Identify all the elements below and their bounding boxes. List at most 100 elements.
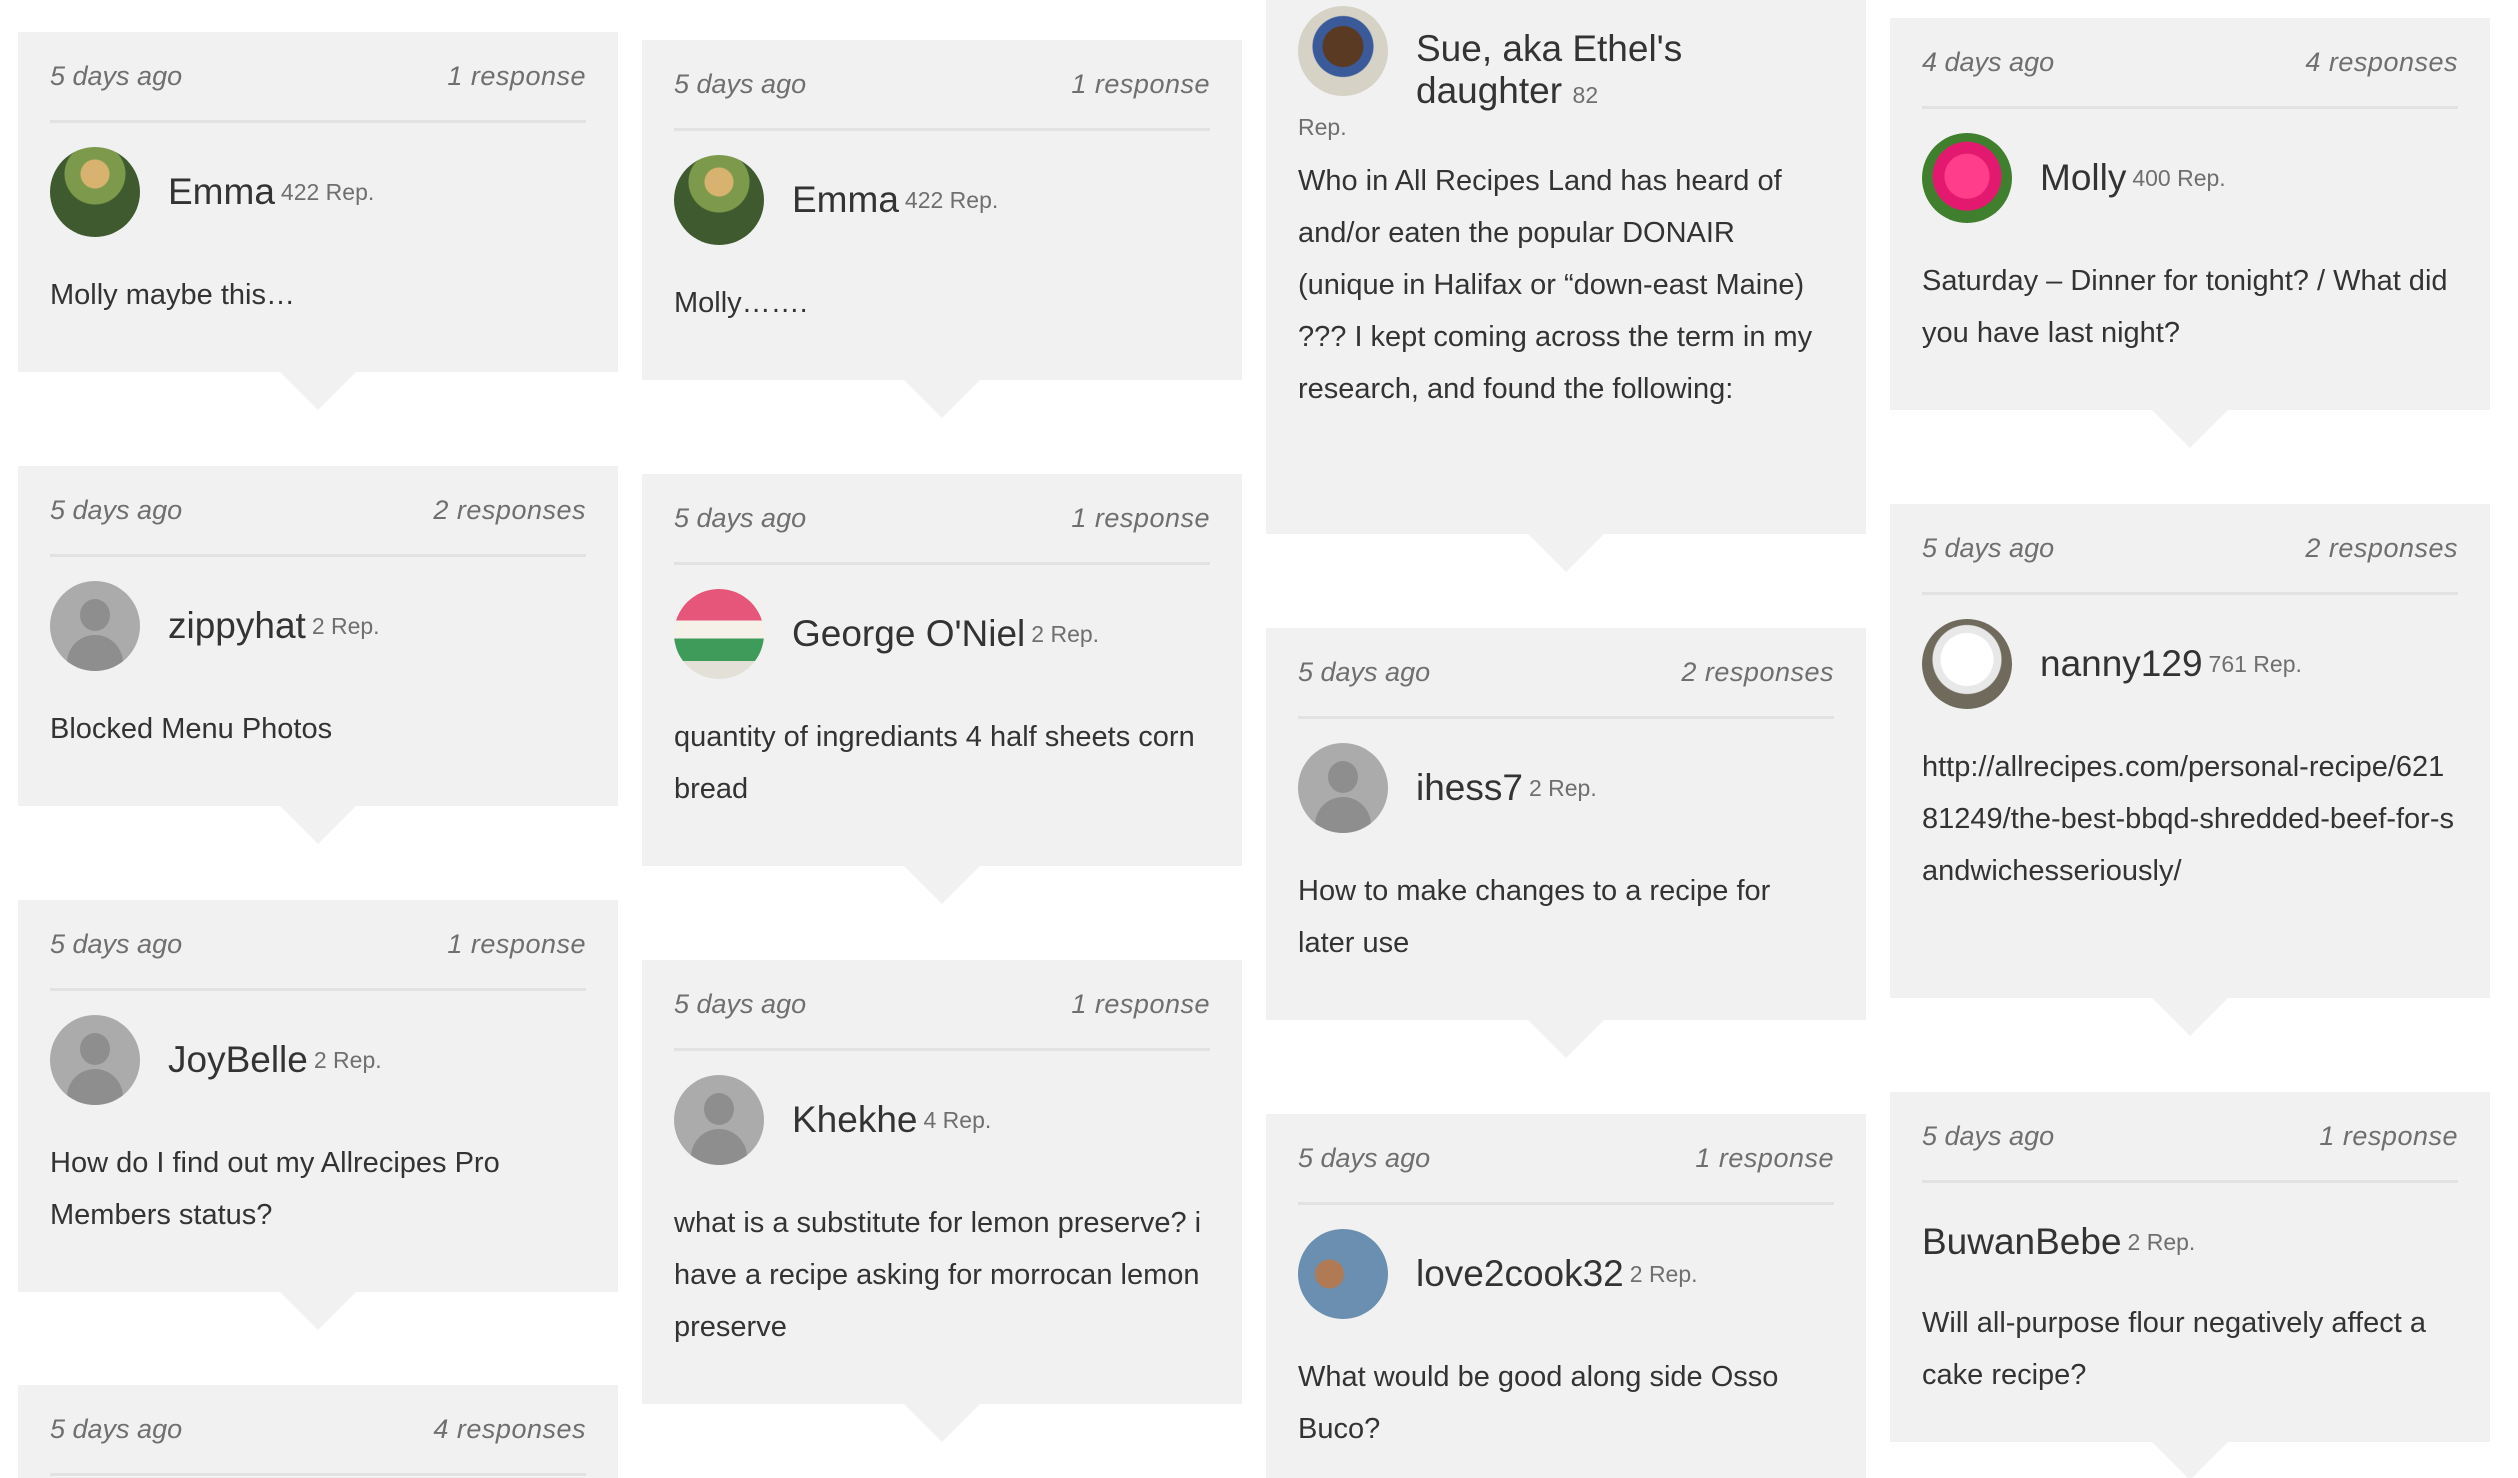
response-count[interactable]: 1 response: [1071, 503, 1210, 534]
author-name[interactable]: Molly: [2040, 157, 2126, 199]
card-meta: 5 days ago 2 responses: [1298, 628, 1834, 719]
author-rep: 2 Rep.: [1031, 620, 1100, 647]
response-count[interactable]: 1 response: [2319, 1121, 2458, 1152]
question-card[interactable]: 5 days ago 1 response Emma 422 Rep. Moll…: [642, 40, 1242, 418]
post-time: 5 days ago: [50, 928, 183, 959]
response-count[interactable]: 1 response: [1695, 1143, 1834, 1174]
question-text[interactable]: quantity of ingrediants 4 half sheets co…: [674, 699, 1210, 815]
question-text[interactable]: How do I find out my Allrecipes Pro Memb…: [50, 1125, 586, 1241]
card-meta: 5 days ago 1 response: [1298, 1114, 1834, 1205]
post-time: 5 days ago: [1298, 656, 1431, 687]
response-count[interactable]: 1 response: [447, 61, 586, 92]
author: ihess7 2 Rep.: [1298, 723, 1834, 853]
response-count[interactable]: 2 responses: [433, 495, 586, 526]
author: George O'Niel 2 Rep.: [674, 569, 1210, 699]
author-name[interactable]: zippyhat: [168, 605, 306, 647]
author-name[interactable]: Sue, aka Ethel's daughter: [1416, 28, 1682, 111]
question-text[interactable]: http://allrecipes.com/personal-recipe/62…: [1922, 729, 2458, 897]
post-time: 5 days ago: [50, 1413, 183, 1444]
author-rep: 2 Rep.: [313, 1046, 382, 1073]
author-name[interactable]: Emma: [792, 179, 899, 221]
question-text[interactable]: How to make changes to a recipe for late…: [1298, 853, 1834, 969]
question-card[interactable]: 5 days ago 4 responses: [18, 1385, 618, 1478]
question-text[interactable]: Saturday – Dinner for tonight? / What di…: [1922, 243, 2458, 359]
avatar[interactable]: [1922, 133, 2012, 223]
default-user-icon[interactable]: [1298, 743, 1388, 833]
card-meta: 5 days ago 1 response: [674, 474, 1210, 565]
post-time: 4 days ago: [1922, 46, 2055, 77]
post-time: 5 days ago: [1922, 1120, 2055, 1151]
question-card[interactable]: Sue, aka Ethel's daughter 82 Rep. Who in…: [1266, 0, 1866, 572]
author: Sue, aka Ethel's daughter 82: [1298, 0, 1834, 112]
author: Emma 422 Rep.: [50, 127, 586, 257]
post-time: 5 days ago: [1922, 532, 2055, 563]
question-card[interactable]: 5 days ago 1 response JoyBelle 2 Rep. Ho…: [18, 900, 618, 1330]
question-text[interactable]: Molly maybe this…: [50, 257, 586, 321]
author-name[interactable]: nanny129: [2040, 643, 2203, 685]
question-text[interactable]: Blocked Menu Photos: [50, 691, 586, 755]
author-rep-unit: Rep.: [1298, 114, 1347, 140]
response-count[interactable]: 4 responses: [2305, 47, 2458, 78]
post-time: 5 days ago: [1298, 1142, 1431, 1173]
response-count[interactable]: 1 response: [1071, 69, 1210, 100]
response-count[interactable]: 2 responses: [2305, 533, 2458, 564]
avatar[interactable]: [50, 147, 140, 237]
default-user-icon[interactable]: [674, 1075, 764, 1165]
card-meta: 5 days ago 1 response: [50, 900, 586, 991]
question-text[interactable]: what is a substitute for lemon preserve?…: [674, 1185, 1210, 1353]
response-count[interactable]: 2 responses: [1681, 657, 1834, 688]
avatar[interactable]: [1298, 1229, 1388, 1319]
card-meta: 5 days ago 4 responses: [50, 1385, 586, 1476]
question-card[interactable]: 5 days ago 2 responses ihess7 2 Rep. How…: [1266, 628, 1866, 1058]
author: BuwanBebe 2 Rep.: [1922, 1187, 2458, 1297]
question-text[interactable]: Will all-purpose flour negatively affect…: [1922, 1297, 2458, 1401]
author: love2cook32 2 Rep.: [1298, 1209, 1834, 1339]
author-name[interactable]: JoyBelle: [168, 1039, 308, 1081]
author: nanny129 761 Rep.: [1922, 599, 2458, 729]
avatar[interactable]: [1922, 619, 2012, 709]
post-time: 5 days ago: [674, 502, 807, 533]
card-meta: 5 days ago 2 responses: [1922, 504, 2458, 595]
question-card[interactable]: 5 days ago 2 responses nanny129 761 Rep.…: [1890, 504, 2490, 1036]
question-card[interactable]: 4 days ago 4 responses Molly 400 Rep. Sa…: [1890, 18, 2490, 448]
avatar[interactable]: [674, 589, 764, 679]
question-card[interactable]: 5 days ago 2 responses zippyhat 2 Rep. B…: [18, 466, 618, 844]
card-meta: 4 days ago 4 responses: [1922, 18, 2458, 109]
question-text[interactable]: Who in All Recipes Land has heard of and…: [1298, 141, 1834, 415]
question-card[interactable]: 5 days ago 1 response George O'Niel 2 Re…: [642, 474, 1242, 904]
card-meta: 5 days ago 1 response: [50, 32, 586, 123]
card-meta: 5 days ago 1 response: [674, 40, 1210, 131]
author-rep: 422 Rep.: [904, 186, 999, 213]
response-count[interactable]: 1 response: [447, 929, 586, 960]
question-text[interactable]: Molly…….: [674, 265, 1210, 329]
default-user-icon[interactable]: [50, 1015, 140, 1105]
question-text[interactable]: What would be good along side Osso Buco?: [1298, 1339, 1834, 1455]
response-count[interactable]: 4 responses: [433, 1414, 586, 1445]
default-user-icon[interactable]: [50, 581, 140, 671]
author-rep: 422 Rep.: [280, 178, 375, 205]
author-rep: 2 Rep.: [1629, 1260, 1698, 1287]
author-name[interactable]: Khekhe: [792, 1099, 918, 1141]
author-name[interactable]: BuwanBebe: [1922, 1221, 2122, 1263]
author: Khekhe 4 Rep.: [674, 1055, 1210, 1185]
author-name[interactable]: ihess7: [1416, 767, 1523, 809]
author-name[interactable]: George O'Niel: [792, 613, 1025, 655]
card-meta: 5 days ago 1 response: [674, 960, 1210, 1051]
author-rep: 2 Rep.: [311, 612, 380, 639]
avatar[interactable]: [674, 155, 764, 245]
author-rep: 400 Rep.: [2132, 164, 2226, 191]
author: Molly 400 Rep.: [1922, 113, 2458, 243]
author-name[interactable]: Emma: [168, 171, 275, 213]
question-card[interactable]: 5 days ago 1 response love2cook32 2 Rep.…: [1266, 1114, 1866, 1478]
card-meta: 5 days ago 2 responses: [50, 466, 586, 557]
question-card[interactable]: 5 days ago 1 response Emma 422 Rep. Moll…: [18, 32, 618, 410]
response-count[interactable]: 1 response: [1071, 989, 1210, 1020]
post-time: 5 days ago: [50, 60, 183, 91]
author: JoyBelle 2 Rep.: [50, 995, 586, 1125]
card-meta: 5 days ago 1 response: [1922, 1092, 2458, 1183]
post-time: 5 days ago: [50, 494, 183, 525]
question-card[interactable]: 5 days ago 1 response Khekhe 4 Rep. what…: [642, 960, 1242, 1442]
author-name[interactable]: love2cook32: [1416, 1253, 1624, 1295]
question-card[interactable]: 5 days ago 1 response BuwanBebe 2 Rep. W…: [1890, 1092, 2490, 1478]
avatar[interactable]: [1298, 6, 1388, 96]
